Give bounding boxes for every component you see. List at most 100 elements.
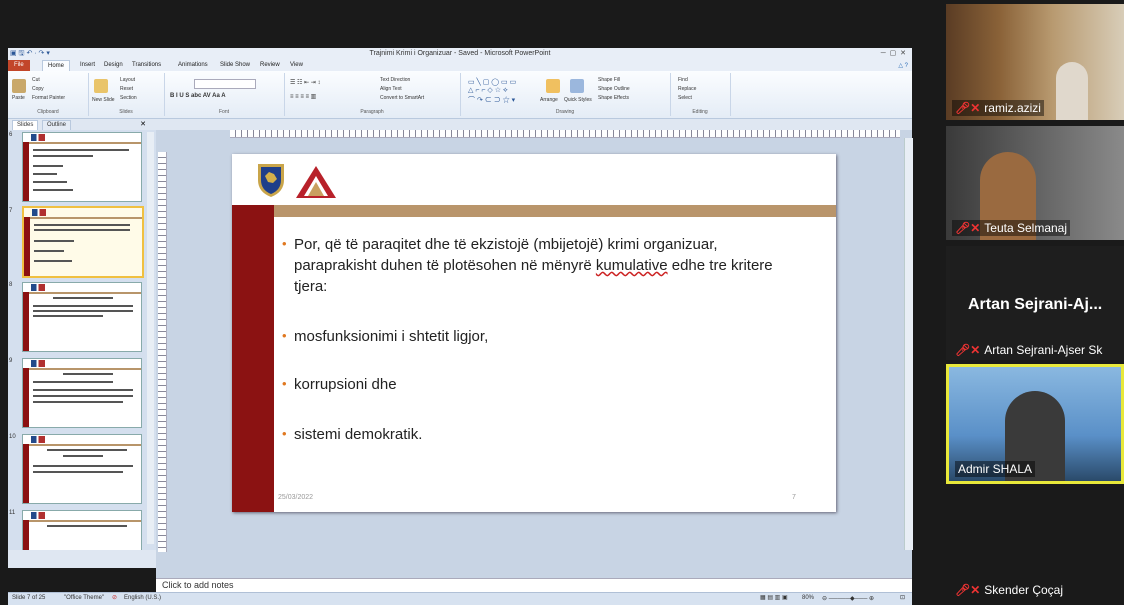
zoom-slider[interactable]: ⊖ ─────◆─── ⊕ (822, 595, 874, 602)
reset-button[interactable]: Reset (120, 86, 133, 92)
align-buttons[interactable]: ≡ ≡ ≡ ≡ ▥ (290, 93, 316, 100)
tab-design[interactable]: Design (104, 62, 123, 68)
pane-scrollbar[interactable] (147, 132, 154, 544)
zoom-level[interactable]: 80% (802, 595, 814, 601)
shape-outline-button[interactable]: Shape Outline (598, 86, 630, 92)
thumbnail-number: 9 (9, 358, 13, 364)
participant-video-tile[interactable]: 🎤︎✕ Teuta Selmanaj (946, 126, 1124, 240)
font-group: B I U S abc AV Aa A Font (164, 73, 285, 116)
language-indicator[interactable]: English (U.S.) (124, 595, 161, 601)
participant-display-name: Artan Sejrani-Aj... (968, 296, 1103, 313)
close-pane-icon[interactable]: ✕ (140, 120, 146, 128)
slide-header-bar (232, 205, 836, 217)
quick-styles-icon[interactable] (570, 79, 584, 93)
copy-button[interactable]: Copy (32, 86, 44, 92)
drawing-group: ▭ ╲ ▢ ◯ ▭ ▭ △ ⌐ ⌐ ◇ ☆ ⟡ ⌒ ↷ ⊂ ⊃ ☆ ▾ Arrang… (460, 73, 671, 116)
slide-thumbnail[interactable] (22, 434, 142, 504)
tab-animations[interactable]: Animations (178, 62, 208, 68)
slide-line: tjera: (294, 278, 328, 295)
font-format-buttons[interactable]: B I U S abc AV Aa A (170, 93, 226, 99)
paragraph-group: ☰ ☷ ⇤ ⇥ ↕ ≡ ≡ ≡ ≡ ▥ Text Direction Align… (284, 73, 461, 116)
shapes-gallery[interactable]: ▭ ╲ ▢ ◯ ▭ ▭ △ ⌐ ⌐ ◇ ☆ ⟡ ⌒ ↷ ⊂ ⊃ ☆ ▾ (468, 78, 516, 105)
participant-name: 🎤︎✕ ramiz.azizi (952, 100, 1044, 116)
tab-file[interactable]: File (8, 60, 30, 71)
help-icon[interactable]: △ ? (898, 62, 908, 69)
notes-placeholder[interactable]: Click to add notes (162, 580, 234, 590)
thumbnail-number: 7 (9, 208, 13, 214)
find-button[interactable]: Find (678, 77, 688, 83)
replace-button[interactable]: Replace (678, 86, 696, 92)
thumbnail-number: 11 (9, 510, 16, 516)
participant-video-tile[interactable]: 🎤︎✕ ramiz.azizi (946, 4, 1124, 120)
theme-name: "Office Theme" (64, 595, 105, 601)
thumbnail-logo (31, 360, 45, 367)
spellcheck-word[interactable]: kumulative (596, 257, 668, 274)
editing-group: Find Replace Select Editing (670, 73, 731, 116)
clipboard-group: Paste Cut Copy Format Painter Clipboard (8, 73, 89, 116)
academy-logo-icon (296, 166, 336, 198)
paragraph-group-label: Paragraph (360, 109, 384, 115)
tab-slide-show[interactable]: Slide Show (220, 62, 250, 68)
cut-button[interactable]: Cut (32, 77, 40, 83)
new-slide-icon[interactable] (94, 79, 108, 93)
slide-bullet: mosfunksionimi i shtetit ligjor, (294, 328, 489, 345)
tab-review[interactable]: Review (260, 62, 280, 68)
notes-pane[interactable]: Click to add notes (156, 578, 912, 593)
slide-thumbnail[interactable] (22, 510, 142, 550)
title-bar: ▣ 🖫 ↶ · ↷ ▾ Trajnimi Krimi i Organizuar … (8, 48, 912, 60)
shape-effects-button[interactable]: Shape Effects (598, 95, 629, 101)
muted-mic-icon: 🎤︎✕ (955, 221, 981, 235)
slides-pane: 6 7 8 9 10 11 (8, 130, 156, 550)
arrange-button[interactable]: Arrange (540, 97, 558, 103)
slide-counter: Slide 7 of 25 (12, 595, 46, 601)
select-button[interactable]: Select (678, 95, 692, 101)
bullet-icon: • (282, 426, 287, 441)
muted-mic-icon: 🎤︎✕ (955, 101, 981, 115)
layout-button[interactable]: Layout (120, 77, 135, 83)
participant-name: 🎤︎✕ Artan Sejrani-Ajser Sk (955, 343, 1103, 357)
slide-thumbnail-selected[interactable] (22, 206, 144, 278)
format-painter-button[interactable]: Format Painter (32, 95, 65, 101)
participant-audio-tile[interactable]: 🎤︎✕ Skender Çoçaj (946, 488, 1124, 600)
shape-fill-button[interactable]: Shape Fill (598, 77, 620, 83)
slide-thumbnail[interactable] (22, 282, 142, 352)
muted-mic-icon: 🎤︎✕ (955, 343, 981, 357)
thumbnail-logo (31, 134, 45, 141)
text-direction-button[interactable]: Text Direction (380, 77, 410, 83)
list-buttons[interactable]: ☰ ☷ ⇤ ⇥ ↕ (290, 79, 320, 86)
slide-canvas[interactable]: • Por, që të paraqitet dhe të ekzistojë … (232, 154, 836, 512)
tab-insert[interactable]: Insert (80, 62, 95, 68)
window-title: Trajnimi Krimi i Organizuar - Saved - Mi… (369, 50, 551, 57)
slide-thumbnail[interactable] (22, 358, 142, 428)
font-name-input[interactable] (194, 79, 256, 89)
paste-icon[interactable] (12, 79, 26, 93)
participant-audio-tile[interactable]: Artan Sejrani-Aj... 🎤︎✕ Artan Sejrani-Ajs… (946, 246, 1124, 360)
slide-scrollbar[interactable] (904, 138, 913, 550)
ribbon: Paste Cut Copy Format Painter Clipboard … (8, 71, 912, 119)
align-text-button[interactable]: Align Text (380, 86, 402, 92)
active-speaker-video-tile[interactable]: Admir SHALA (946, 364, 1124, 484)
section-button[interactable]: Section (120, 95, 137, 101)
window-controls[interactable]: ─ ▢ ✕ (881, 49, 906, 57)
ribbon-tabs: File Home Insert Design Transitions Anim… (8, 60, 912, 72)
tab-transitions[interactable]: Transitions (132, 62, 161, 68)
drawing-group-label: Drawing (555, 109, 575, 115)
slide-paragraph: Por, që të paraqitet dhe të ekzistojë (m… (294, 234, 834, 297)
paste-button[interactable]: Paste (12, 95, 25, 101)
bullet-icon: • (282, 328, 287, 343)
thumbnail-logo (32, 209, 46, 216)
thumbnail-logo (31, 436, 45, 443)
quick-styles-button[interactable]: Quick Styles (564, 97, 592, 103)
participant-figure (1056, 62, 1088, 120)
tab-view[interactable]: View (290, 62, 303, 68)
participant-name: 🎤︎✕ Teuta Selmanaj (952, 220, 1071, 236)
slide-thumbnail[interactable] (22, 132, 142, 202)
new-slide-button[interactable]: New Slide (92, 97, 115, 103)
participant-name: Admir SHALA (955, 461, 1036, 477)
thumbnail-number: 8 (9, 282, 13, 288)
slide-page-number: 7 (792, 494, 796, 501)
smartart-button[interactable]: Convert to SmartArt (380, 95, 424, 101)
kosovo-emblem-icon (258, 164, 284, 197)
font-group-label: Font (218, 109, 229, 115)
arrange-icon[interactable] (546, 79, 560, 93)
